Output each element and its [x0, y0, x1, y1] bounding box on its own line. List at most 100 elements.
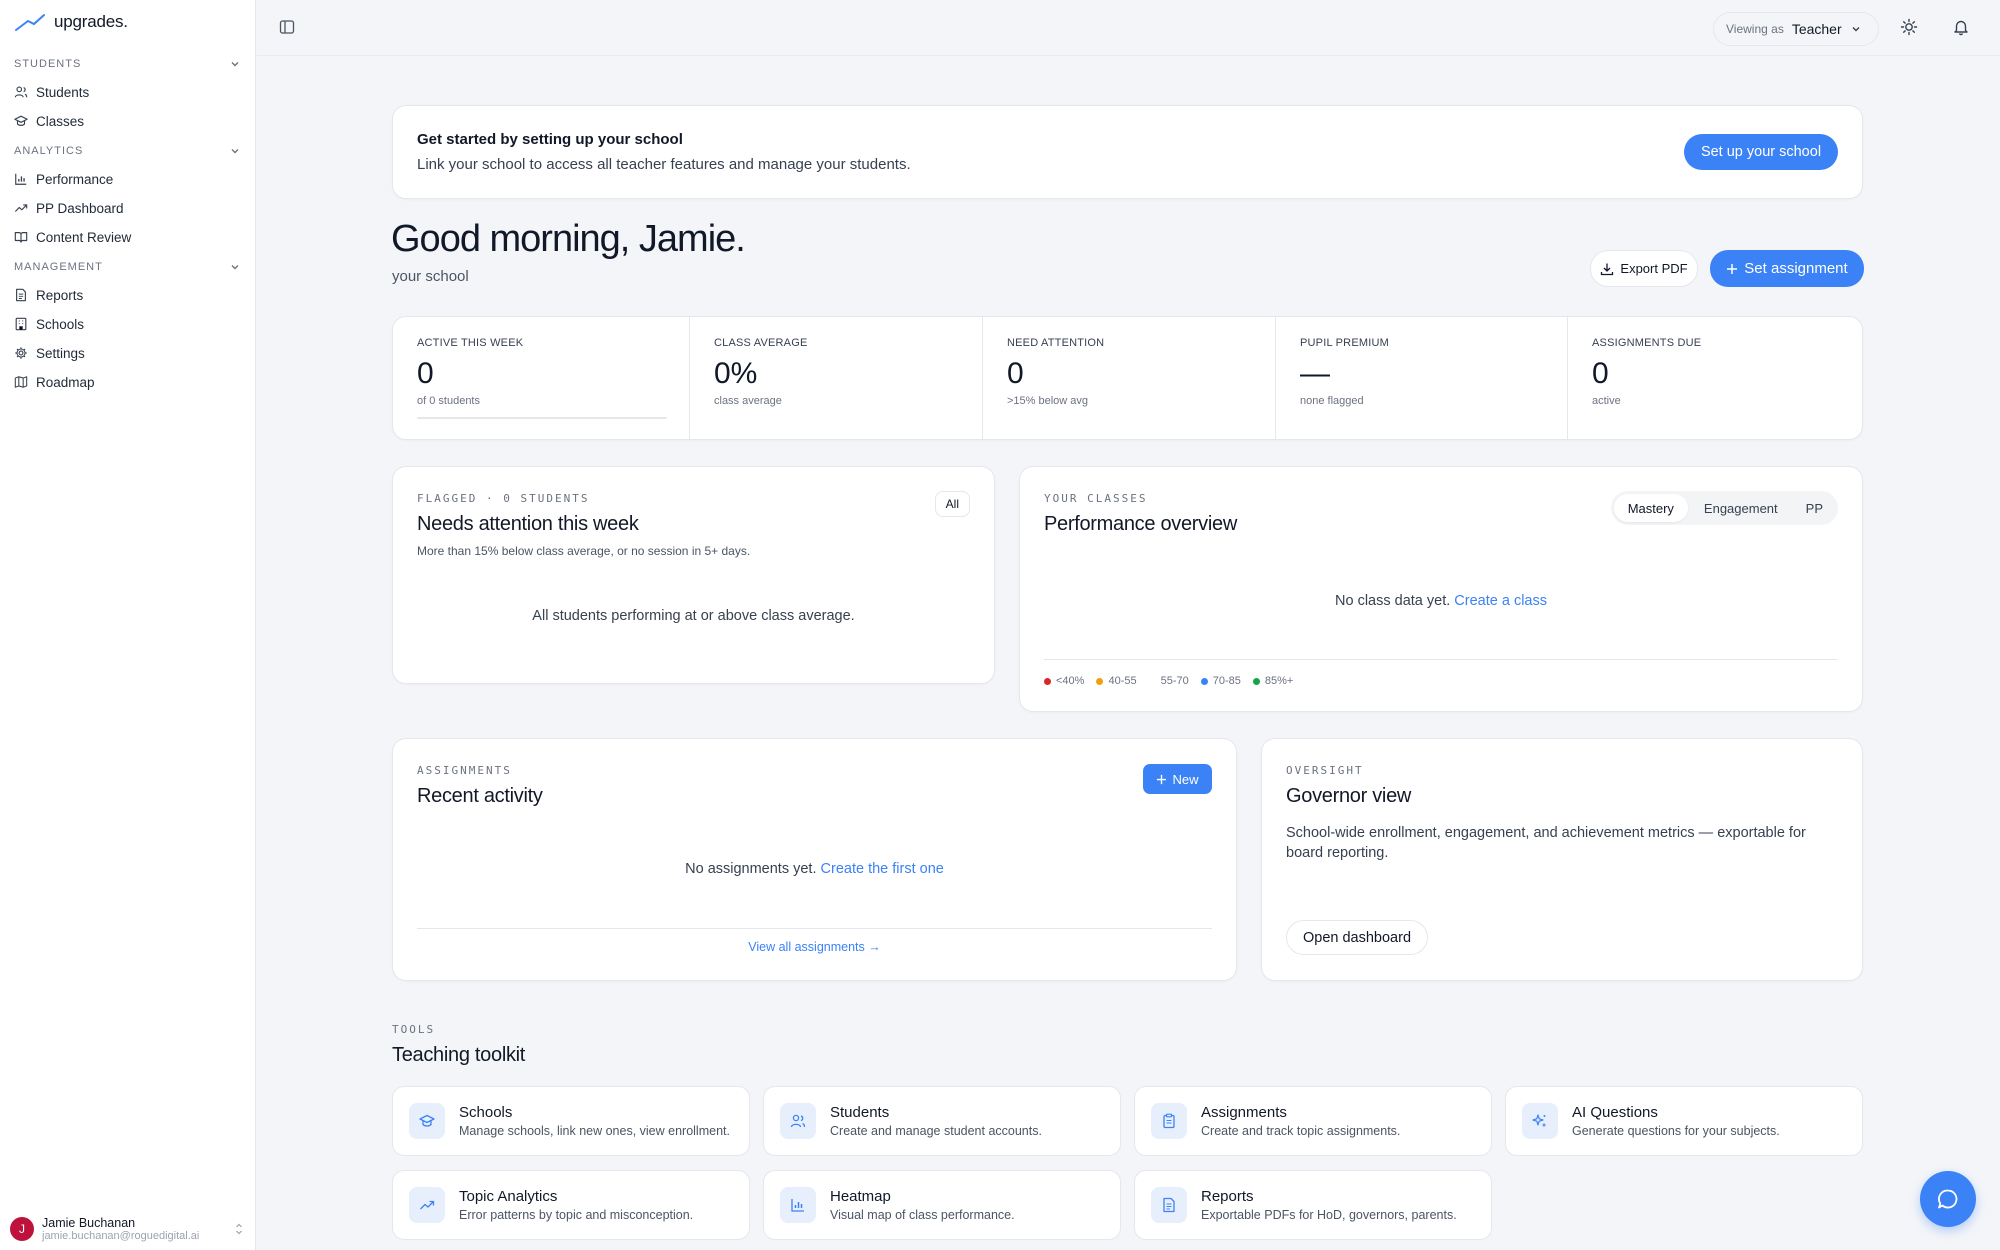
sidebar-item-reports[interactable]: Reports [14, 284, 83, 306]
oversight-eyebrow: OVERSIGHT [1286, 764, 1364, 777]
panel-left-icon [279, 20, 295, 34]
create-first-assignment-link[interactable]: Create the first one [821, 861, 944, 877]
section-management[interactable]: MANAGEMENT [14, 261, 241, 273]
plus-icon [1157, 774, 1167, 784]
notifications-button[interactable] [1952, 18, 1970, 36]
tab-pp[interactable]: PP [1794, 494, 1835, 522]
chat-button[interactable] [1920, 1171, 1976, 1227]
tool-assignments[interactable]: Assignments Create and track topic assign… [1134, 1086, 1492, 1156]
stat-value: 0 [1007, 357, 1024, 390]
sidebar-item-roadmap[interactable]: Roadmap [14, 371, 95, 393]
logo[interactable]: upgrades. [14, 12, 128, 32]
chevrons-up-down-icon [236, 1223, 242, 1235]
sidebar-item-settings[interactable]: Settings [14, 342, 85, 364]
stat-label: ASSIGNMENTS DUE [1592, 337, 1702, 349]
recent-activity-card: ASSIGNMENTS Recent activity New No assig… [392, 738, 1237, 981]
users-icon [790, 1114, 806, 1128]
stat-sub: active [1592, 395, 1621, 407]
open-dashboard-button[interactable]: Open dashboard [1286, 920, 1428, 955]
section-students[interactable]: STUDENTS [14, 58, 241, 70]
user-menu[interactable]: J Jamie Buchanan jamie.buchanan@roguedig… [10, 1216, 245, 1242]
tool-icon [409, 1187, 445, 1223]
graduation-cap-icon [14, 115, 28, 126]
tool-ai-questions[interactable]: AI Questions Generate questions for your … [1505, 1086, 1863, 1156]
user-name: Jamie Buchanan [42, 1216, 136, 1230]
stat-label: CLASS AVERAGE [714, 337, 808, 349]
set-up-school-button[interactable]: Set up your school [1684, 134, 1838, 170]
stat-label: NEED ATTENTION [1007, 337, 1105, 349]
sidebar-item-content-review[interactable]: Content Review [14, 226, 131, 248]
governor-view-card: OVERSIGHT Governor view School-wide enro… [1261, 738, 1863, 981]
classes-title: Performance overview [1044, 513, 1237, 535]
legend-item: 40-55 [1096, 675, 1137, 687]
assignments-title: Recent activity [417, 785, 543, 807]
file-text-icon [1163, 1197, 1175, 1213]
file-text-icon [16, 288, 26, 302]
tool-icon [780, 1187, 816, 1223]
tool-icon [409, 1103, 445, 1139]
sidebar-item-schools[interactable]: Schools [14, 313, 84, 335]
sidebar-item-performance[interactable]: Performance [14, 168, 113, 190]
sidebar-item-students[interactable]: Students [14, 81, 89, 103]
sidebar-toggle-button[interactable] [279, 19, 295, 35]
stat-sub: class average [714, 395, 782, 407]
sidebar-item-label: Reports [36, 287, 84, 303]
theme-toggle-button[interactable] [1900, 18, 1918, 36]
stat-pupil-premium: PUPIL PREMIUM — none flagged [1276, 317, 1568, 439]
tool-title: Topic Analytics [459, 1188, 558, 1205]
section-analytics[interactable]: ANALYTICS [14, 145, 241, 157]
section-title: ANALYTICS [14, 145, 84, 157]
viewing-as-label: Viewing as [1726, 22, 1784, 36]
view-all-assignments-link[interactable]: View all assignments → [748, 940, 880, 954]
tool-title: AI Questions [1572, 1104, 1658, 1121]
divider [417, 928, 1212, 929]
legend-label: 85%+ [1264, 675, 1294, 687]
export-pdf-button[interactable]: Export PDF [1590, 250, 1698, 287]
tool-title: Students [830, 1104, 890, 1121]
legend-item: 70-85 [1200, 675, 1241, 687]
classes-empty-text: No class data yet. [1335, 593, 1451, 609]
users-icon [14, 86, 28, 98]
avatar: J [10, 1217, 34, 1241]
toolkit-eyebrow: TOOLS [392, 1023, 436, 1036]
tool-desc: Exportable PDFs for HoD, governors, pare… [1201, 1208, 1457, 1222]
create-class-link[interactable]: Create a class [1454, 593, 1547, 609]
tool-topic-analytics[interactable]: Topic Analytics Error patterns by topic a… [392, 1170, 750, 1240]
tool-title: Schools [459, 1104, 513, 1121]
stat-need-attention: NEED ATTENTION 0 >15% below avg [983, 317, 1276, 439]
plus-icon [1727, 263, 1738, 274]
sidebar-item-label: PP Dashboard [36, 200, 124, 216]
download-icon [1601, 263, 1614, 275]
stat-label: PUPIL PREMIUM [1300, 337, 1389, 349]
section-title: MANAGEMENT [14, 261, 103, 273]
stat-value: 0 [417, 357, 434, 390]
tool-desc: Error patterns by topic and misconceptio… [459, 1208, 694, 1222]
export-pdf-label: Export PDF [1620, 261, 1688, 276]
stat-sub: none flagged [1300, 395, 1364, 407]
sidebar-item-label: Schools [36, 316, 85, 332]
attention-eyebrow: FLAGGED · 0 STUDENTS [417, 492, 590, 505]
assignments-eyebrow: ASSIGNMENTS [417, 764, 512, 777]
sidebar-item-label: Performance [36, 171, 114, 187]
stats-strip: ACTIVE THIS WEEK 0 of 0 students CLASS A… [392, 316, 1863, 440]
tool-students[interactable]: Students Create and manage student accoun… [763, 1086, 1121, 1156]
tab-engagement[interactable]: Engagement [1690, 494, 1792, 522]
viewing-as-select[interactable]: Viewing as Teacher [1713, 12, 1879, 46]
filter-all-button[interactable]: All [934, 491, 970, 517]
sparkles-icon [1532, 1114, 1547, 1128]
assignments-empty-state: No assignments yet. Create the first one [393, 861, 1236, 877]
tool-desc: Create and track topic assignments. [1201, 1124, 1401, 1138]
stat-label: ACTIVE THIS WEEK [417, 337, 524, 349]
sidebar-item-pp-dashboard[interactable]: PP Dashboard [14, 197, 124, 219]
tool-schools[interactable]: Schools Manage schools, link new ones, vi… [392, 1086, 750, 1156]
tool-title: Heatmap [830, 1188, 891, 1205]
tool-reports[interactable]: Reports Exportable PDFs for HoD, governor… [1134, 1170, 1492, 1240]
tool-desc: Generate questions for your subjects. [1572, 1124, 1780, 1138]
stat-value: 0% [714, 357, 758, 390]
tool-heatmap[interactable]: Heatmap Visual map of class performance. [763, 1170, 1121, 1240]
new-assignment-button[interactable]: New [1143, 764, 1212, 794]
set-assignment-button[interactable]: Set assignment [1710, 250, 1864, 287]
tab-mastery[interactable]: Mastery [1613, 494, 1688, 522]
sidebar-item-classes[interactable]: Classes [14, 110, 84, 132]
sidebar-item-label: Roadmap [36, 374, 95, 390]
